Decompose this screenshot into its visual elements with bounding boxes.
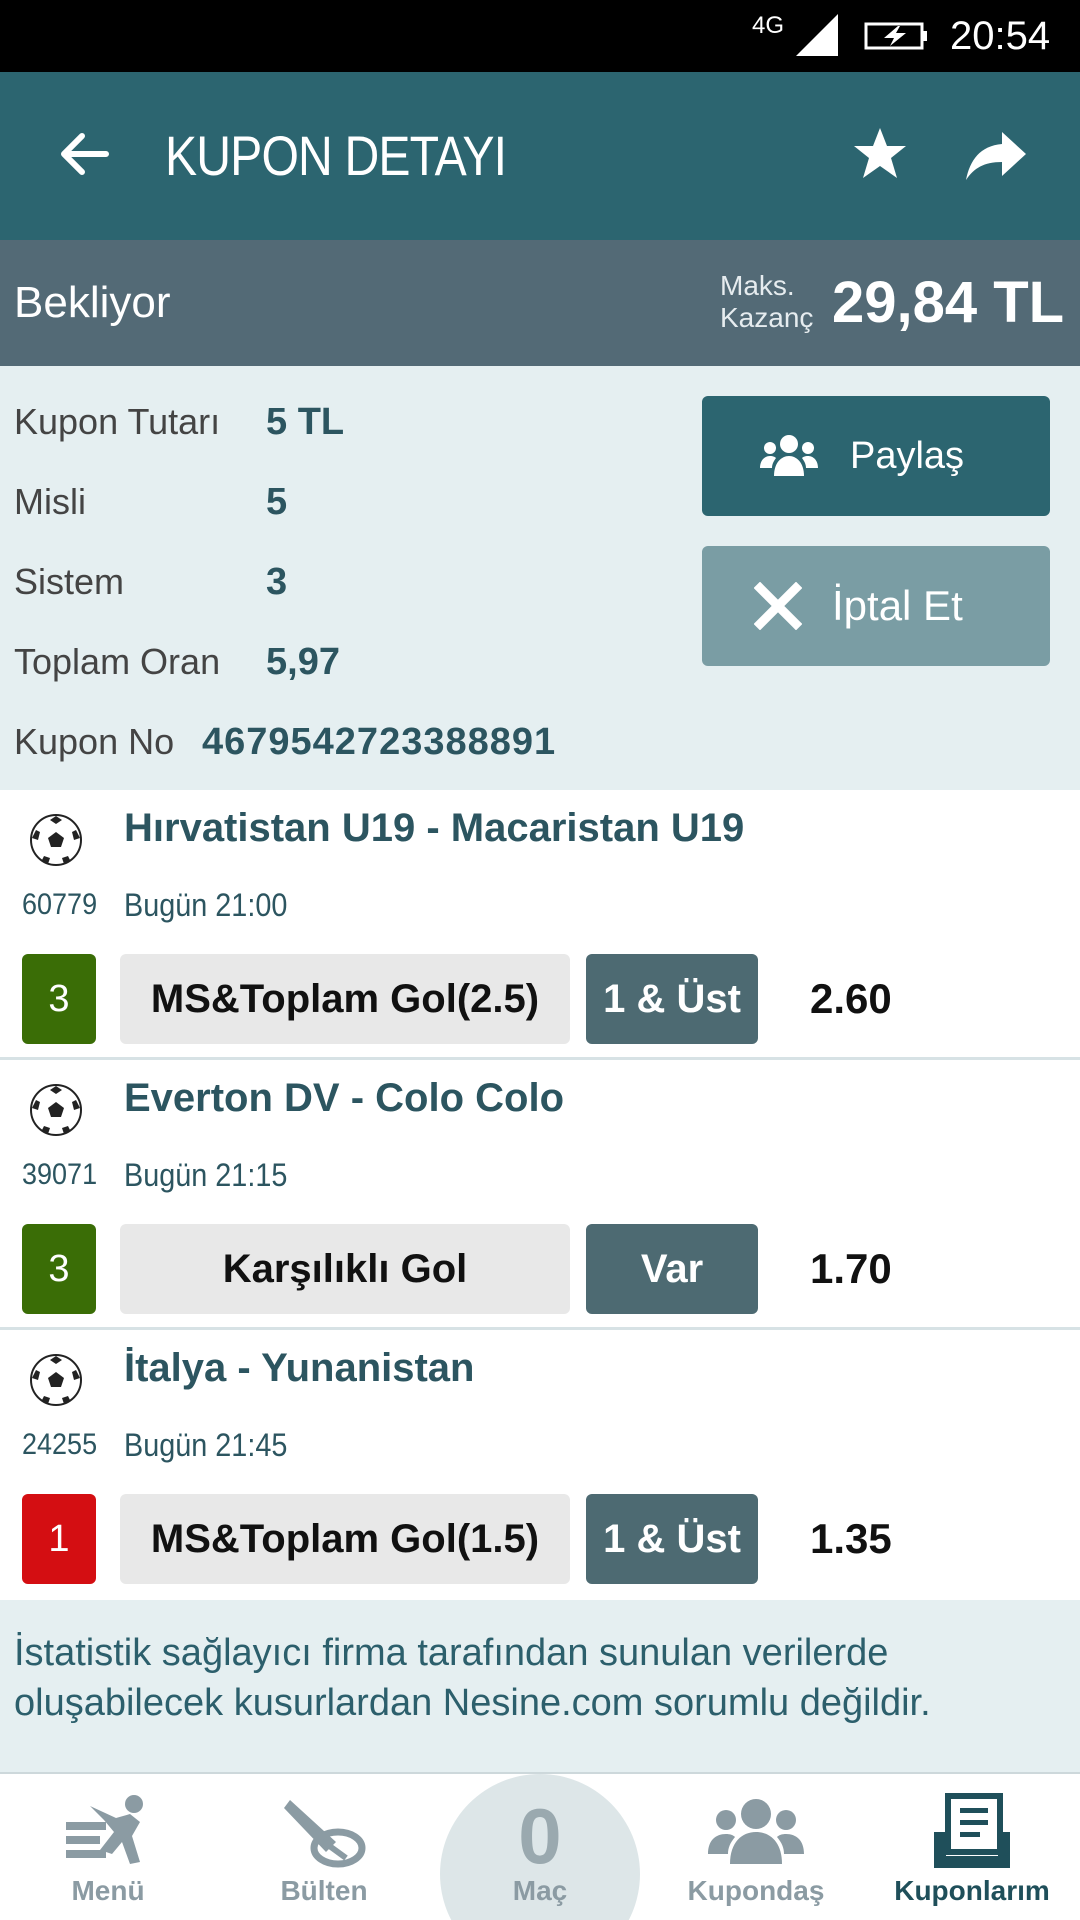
- info-value-system: 3: [266, 561, 288, 603]
- nav-bulten[interactable]: Bülten: [224, 1774, 424, 1920]
- info-key: Sistem: [14, 561, 125, 602]
- nav-kupondas[interactable]: Kupondaş: [656, 1774, 856, 1920]
- match-code: 60779: [22, 888, 98, 921]
- nav-bulten-label: Bülten: [280, 1875, 368, 1906]
- coupon-status-row: Bekliyor Maks. Kazanç 29,84 TL: [0, 240, 1080, 366]
- max-win-value: 29,84 TL: [832, 270, 1065, 335]
- match-code: 39071: [22, 1158, 98, 1191]
- football-icon: [30, 814, 82, 866]
- max-win-label: Maks. Kazanç: [720, 270, 813, 334]
- nav-mac-label: Maç: [512, 1875, 568, 1906]
- pick-label: 1 & Üst: [586, 954, 758, 1044]
- info-row-amount: Kupon Tutarı: [14, 400, 220, 444]
- share-button-label: Paylaş: [850, 435, 965, 477]
- mbs-badge: 1: [22, 1494, 96, 1584]
- football-icon: [30, 1084, 82, 1136]
- mbs-badge: 3: [22, 954, 96, 1044]
- match-item[interactable]: İtalya - Yunanistan 24255 Bugün 21:45 1 …: [0, 1330, 1080, 1600]
- star-icon[interactable]: [850, 124, 910, 184]
- info-value-amount: 5 TL: [266, 401, 345, 443]
- info-row-misli: Misli: [14, 480, 86, 524]
- share-arrow-icon[interactable]: [964, 124, 1028, 184]
- app-bar: KUPON DETAYI: [0, 72, 1080, 240]
- coupons-icon: [934, 1793, 1010, 1868]
- pick-label: Var: [586, 1224, 758, 1314]
- market-label: MS&Toplam Gol(1.5): [120, 1494, 570, 1584]
- odds-value: 1.70: [810, 1245, 892, 1292]
- cancel-button-label: İptal Et: [832, 582, 963, 629]
- match-code: 24255: [22, 1428, 98, 1461]
- back-arrow-icon[interactable]: [56, 126, 112, 182]
- match-time: Bugün 21:45: [124, 1427, 288, 1463]
- football-icon: [30, 1354, 82, 1406]
- info-row-total-odds: Toplam Oran: [14, 640, 220, 684]
- share-button[interactable]: Paylaş: [702, 396, 1050, 516]
- info-key: Kupon No: [14, 721, 175, 762]
- group-icon: [708, 1799, 804, 1864]
- nav-menu-label: Menü: [71, 1875, 145, 1906]
- battery-charging-icon: [864, 22, 927, 50]
- disclaimer-box: İstatistik sağlayıcı firma tarafından su…: [0, 1600, 1080, 1774]
- menu-runner-icon: [66, 1795, 143, 1864]
- info-row-system: Sistem: [14, 560, 124, 604]
- network-type: 4G: [752, 12, 785, 39]
- info-key: Toplam Oran: [14, 641, 221, 682]
- match-item[interactable]: Everton DV - Colo Colo 39071 Bugün 21:15…: [0, 1060, 1080, 1330]
- mbs-badge: 3: [22, 1224, 96, 1314]
- cancel-button[interactable]: İptal Et: [702, 546, 1050, 666]
- odds-value: 2.60: [810, 975, 892, 1022]
- system-status-bar: 4G 20:54: [0, 0, 1080, 72]
- match-time: Bugün 21:00: [124, 887, 288, 923]
- info-key: Misli: [14, 481, 86, 522]
- info-key: Kupon Tutarı: [14, 401, 221, 442]
- coupon-number: 4679542723388891: [202, 721, 557, 763]
- match-title: Hırvatistan U19 - Macaristan U19: [124, 806, 745, 850]
- clock: 20:54: [950, 14, 1051, 58]
- match-time: Bugün 21:15: [124, 1157, 288, 1193]
- nav-kupondas-label: Kupondaş: [687, 1875, 825, 1906]
- info-value-total-odds: 5,97: [266, 641, 340, 683]
- nav-kuponlarim-label: Kuponlarım: [894, 1875, 1050, 1906]
- nav-kuponlarim[interactable]: Kuponlarım: [872, 1774, 1072, 1920]
- disclaimer-text: İstatistik sağlayıcı firma tarafından su…: [14, 1632, 931, 1724]
- match-title: İtalya - Yunanistan: [124, 1346, 475, 1390]
- signal-icon: [796, 14, 838, 56]
- info-row-coupon-no: Kupon No: [14, 720, 174, 764]
- max-win-label-line1: Maks.: [720, 270, 795, 301]
- nav-mac[interactable]: 0 Maç: [440, 1774, 640, 1920]
- group-icon: [760, 435, 818, 476]
- bulletin-pen-icon: [284, 1800, 366, 1868]
- market-label: Karşılıklı Gol: [120, 1224, 570, 1314]
- match-title: Everton DV - Colo Colo: [124, 1076, 564, 1120]
- close-icon: [754, 582, 802, 630]
- info-value-misli: 5: [266, 481, 288, 523]
- odds-value: 1.35: [810, 1515, 892, 1562]
- page-title: KUPON DETAYI: [165, 124, 507, 187]
- nav-menu[interactable]: Menü: [8, 1774, 208, 1920]
- match-count-badge: 0: [518, 1792, 562, 1880]
- match-item[interactable]: Hırvatistan U19 - Macaristan U19 60779 B…: [0, 790, 1080, 1060]
- max-win-label-line2: Kazanç: [720, 302, 814, 333]
- pick-label: 1 & Üst: [586, 1494, 758, 1584]
- coupon-status-label: Bekliyor: [14, 278, 171, 327]
- network-indicator: 4G: [752, 14, 784, 38]
- market-label: MS&Toplam Gol(2.5): [120, 954, 570, 1044]
